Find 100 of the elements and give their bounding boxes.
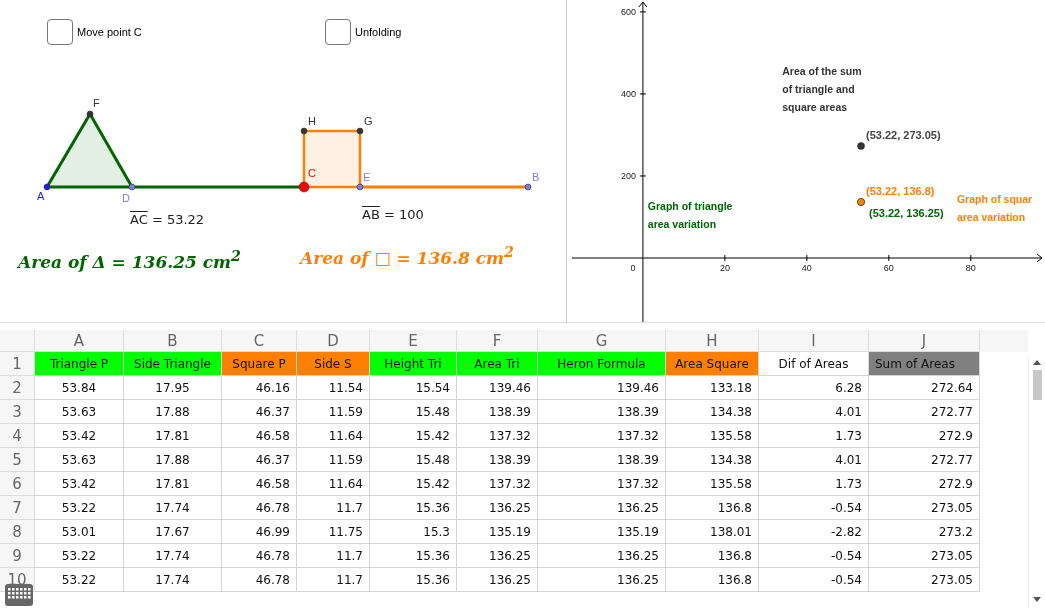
table-cell: 46.78 <box>222 568 297 592</box>
table-cell: 138.39 <box>457 448 538 472</box>
table-cell: 17.88 <box>124 400 222 424</box>
table-cell: 46.99 <box>222 520 297 544</box>
table-cell: 135.58 <box>666 472 759 496</box>
point-label: C <box>308 168 316 179</box>
graph-caption: Graph of squar area variation <box>956 193 1033 224</box>
table-cell: -2.82 <box>759 520 869 544</box>
table-cell: 15.42 <box>370 424 457 448</box>
column-header[interactable]: J <box>869 330 980 352</box>
table-cell: 17.74 <box>124 544 222 568</box>
row-number[interactable]: 7 <box>0 496 35 520</box>
table-cell: 137.32 <box>538 424 666 448</box>
point-coordinates: (53.22, 273.05) <box>866 129 941 141</box>
point-marker[interactable] <box>43 183 51 191</box>
table-cell: 11.59 <box>297 400 370 424</box>
checkbox[interactable]: Unfolding <box>325 19 402 45</box>
row-number[interactable]: 3 <box>0 400 35 424</box>
column-header[interactable]: F <box>457 330 538 352</box>
point-marker[interactable] <box>356 183 364 191</box>
row-number[interactable]: 8 <box>0 520 35 544</box>
length-label: AC = 53.22 <box>130 212 205 227</box>
table-cell: 46.58 <box>222 472 297 496</box>
table-cell: Side Triangle <box>124 352 222 376</box>
table-cell: Dif of Areas <box>759 352 869 376</box>
row-number[interactable]: 6 <box>0 472 35 496</box>
table-cell: Triangle P <box>35 352 124 376</box>
table-cell: 15.48 <box>370 400 457 424</box>
column-header[interactable]: A <box>35 330 124 352</box>
table-cell: 17.67 <box>124 520 222 544</box>
table-cell: 273.05 <box>869 544 980 568</box>
table-cell: 273.05 <box>869 568 980 592</box>
point-marker[interactable] <box>86 110 94 118</box>
point-marker[interactable] <box>298 181 310 193</box>
table-cell: 136.8 <box>666 496 759 520</box>
table-cell: Sum of Areas <box>869 352 980 376</box>
point-marker[interactable] <box>128 183 136 191</box>
origin-label: 0 <box>630 263 636 273</box>
tick-label: 200 <box>620 170 636 181</box>
table-cell: -0.54 <box>759 568 869 592</box>
table-cell: 15.42 <box>370 472 457 496</box>
checkbox[interactable]: Move point C <box>47 19 142 45</box>
table-cell: 11.7 <box>297 496 370 520</box>
table-cell: 53.63 <box>35 448 124 472</box>
table-cell: 136.8 <box>666 568 759 592</box>
table-cell: 17.81 <box>124 424 222 448</box>
table-cell: 133.18 <box>666 376 759 400</box>
point-label: G <box>364 116 373 127</box>
square-shape <box>302 129 362 189</box>
row-number[interactable]: 5 <box>0 448 35 472</box>
table-cell: 11.54 <box>297 376 370 400</box>
keyboard-icon[interactable] <box>5 584 33 606</box>
column-header[interactable]: I <box>759 330 869 352</box>
point-marker[interactable] <box>524 183 532 191</box>
table-cell: 136.25 <box>538 568 666 592</box>
row-number[interactable]: 2 <box>0 376 35 400</box>
point-label: D <box>122 193 130 204</box>
header-corner <box>0 330 35 352</box>
column-header[interactable]: E <box>370 330 457 352</box>
table-cell: 17.95 <box>124 376 222 400</box>
table-cell: 15.36 <box>370 496 457 520</box>
column-header[interactable]: H <box>666 330 759 352</box>
table-cell: Side S <box>297 352 370 376</box>
tick-label: 400 <box>620 88 636 99</box>
tick-label: 80 <box>965 263 976 273</box>
table-cell: 46.37 <box>222 400 297 424</box>
table-cell: 11.7 <box>297 568 370 592</box>
table-cell: 46.37 <box>222 448 297 472</box>
point-marker[interactable] <box>356 127 364 135</box>
table-cell: 11.64 <box>297 424 370 448</box>
table-cell: 46.78 <box>222 544 297 568</box>
column-header[interactable]: C <box>222 330 297 352</box>
area-formula: Area of Δ = 136.25 cm$^{2}$ <box>18 248 241 272</box>
table-cell: 138.39 <box>457 400 538 424</box>
table-cell: 272.9 <box>869 472 980 496</box>
column-header[interactable]: D <box>297 330 370 352</box>
table-cell: 135.58 <box>666 424 759 448</box>
row-number[interactable]: 4 <box>0 424 35 448</box>
row-number[interactable]: 1 <box>0 352 35 376</box>
length-label: AB = 100 <box>362 207 424 222</box>
point-marker[interactable] <box>300 127 308 135</box>
table-cell: 53.42 <box>35 424 124 448</box>
table-cell: Heron Formula <box>538 352 666 376</box>
table-cell: 139.46 <box>457 376 538 400</box>
row-number[interactable]: 9 <box>0 544 35 568</box>
column-header[interactable]: B <box>124 330 222 352</box>
scrollbar[interactable] <box>1028 356 1045 608</box>
table-cell: 139.46 <box>538 376 666 400</box>
point-label: A <box>37 191 45 202</box>
table-cell: 11.75 <box>297 520 370 544</box>
table-cell: 17.88 <box>124 448 222 472</box>
table-cell: Area Square <box>666 352 759 376</box>
table-cell: 4.01 <box>759 448 869 472</box>
table-cell: Square P <box>222 352 297 376</box>
point-label: E <box>363 172 371 183</box>
table-cell: 273.05 <box>869 496 980 520</box>
point-label: H <box>308 116 316 127</box>
column-header[interactable]: G <box>538 330 666 352</box>
table-cell: 138.39 <box>538 400 666 424</box>
table-cell: 17.74 <box>124 568 222 592</box>
